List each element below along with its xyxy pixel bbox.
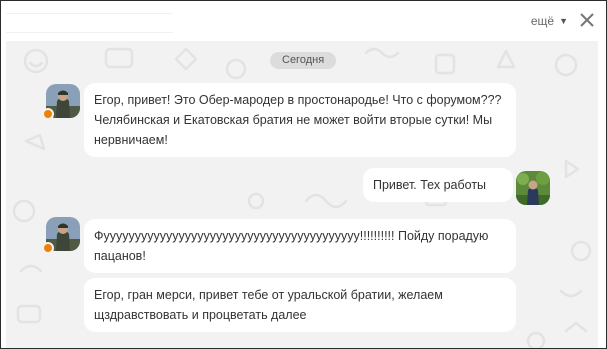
close-icon[interactable] [577,10,597,30]
online-status-dot [42,108,54,120]
chevron-down-icon: ▼ [559,16,568,26]
message-text: Егор, гран мерси, привет тебе от уральск… [94,288,443,322]
chat-header: ещё ▼ [1,1,606,41]
message-bubble-incoming: Фууууууууууууууууууууууууууууууууууууууу… [84,219,516,273]
message-bubble-incoming: Егор, гран мерси, привет тебе от уральск… [84,278,516,332]
message-bubble-outgoing: Привет. Тех работы [363,168,513,202]
contact-name-field [6,13,173,33]
message-bubble-incoming: Егор, привет! Это Обер-мародер в простон… [84,83,516,157]
online-status-dot [42,242,54,254]
message-text: Привет. Тех работы [373,178,487,192]
more-label: ещё [530,14,555,28]
chat-window: ещё ▼ Сегодня Егор, привет! Это Обер-мар… [0,0,607,349]
message-list[interactable]: Сегодня Егор, привет! Это Обер-мародер в… [6,41,598,348]
message-text: Фууууууууууууууууууууууууууууууууууууууу… [94,229,489,263]
message-text: Егор, привет! Это Обер-мародер в простон… [94,93,502,147]
more-menu-button[interactable]: ещё ▼ [531,14,568,28]
date-separator: Сегодня [270,52,337,69]
avatar[interactable] [516,171,550,205]
